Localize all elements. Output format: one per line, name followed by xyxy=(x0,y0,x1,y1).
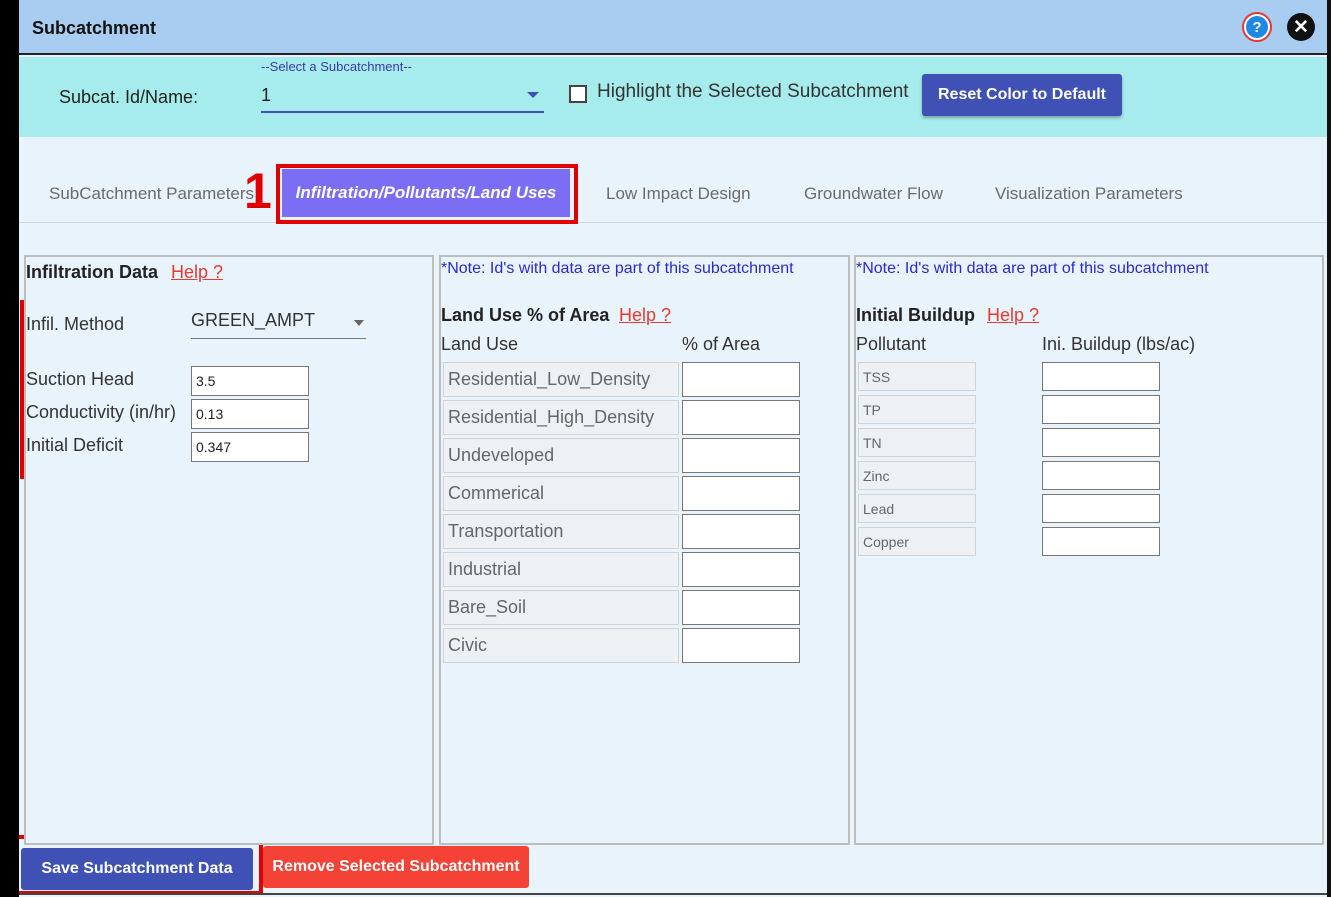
land-use-column-header: Land Use xyxy=(441,334,519,354)
buildup-column-header: Ini. Buildup (lbs/ac) xyxy=(1042,334,1196,354)
initial-deficit-label: Initial Deficit xyxy=(26,435,124,455)
buildup-help-link[interactable]: Help ? xyxy=(987,305,1039,326)
right-edge xyxy=(1327,0,1331,897)
land-use-name: Industrial xyxy=(443,552,679,587)
pollutant-buildup-input[interactable] xyxy=(1042,395,1160,424)
left-edge xyxy=(0,0,19,897)
land-use-name: Transportation xyxy=(443,514,679,549)
pollutant-name: Zinc xyxy=(858,461,976,490)
initial-buildup-panel: *Note: Id's with data are part of this s… xyxy=(854,255,1324,845)
tab-bar: SubCatchment Parameters Infiltration/Pol… xyxy=(19,137,1327,223)
subcatchment-selector-bar: Subcat. Id/Name: --Select a Subcatchment… xyxy=(19,57,1327,137)
pollutant-column-header: Pollutant xyxy=(856,334,927,354)
tab-subcatchment-parameters[interactable]: SubCatchment Parameters xyxy=(49,184,254,204)
bottom-divider xyxy=(19,893,1327,895)
question-icon: ? xyxy=(1246,16,1268,38)
pollutant-buildup-input[interactable] xyxy=(1042,527,1160,556)
land-use-percent-input[interactable] xyxy=(682,590,800,625)
dialog-title: Subcatchment xyxy=(32,18,157,38)
pollutant-name: TSS xyxy=(858,362,976,391)
tab-low-impact-design[interactable]: Low Impact Design xyxy=(606,184,751,204)
highlight-label[interactable]: Highlight the Selected Subcatchment xyxy=(597,81,909,103)
land-use-percent-input[interactable] xyxy=(682,438,800,473)
initial-deficit-input[interactable]: 0.347 xyxy=(191,432,309,462)
tab-visualization-parameters[interactable]: Visualization Parameters xyxy=(995,184,1183,204)
land-use-name: Bare_Soil xyxy=(443,590,679,625)
chevron-down-icon xyxy=(354,320,364,326)
pollutant-buildup-input[interactable] xyxy=(1042,461,1160,490)
infil-method-select[interactable]: GREEN_AMPT xyxy=(191,307,366,339)
land-use-name: Residential_High_Density xyxy=(443,400,679,435)
pollutant-name: TP xyxy=(858,395,976,424)
remove-subcatchment-button[interactable]: Remove Selected Subcatchment xyxy=(263,846,529,888)
land-use-percent-input[interactable] xyxy=(682,362,800,397)
land-use-percent-input[interactable] xyxy=(682,476,800,511)
highlight-checkbox[interactable] xyxy=(569,85,587,103)
land-use-panel: *Note: Id's with data are part of this s… xyxy=(439,255,850,845)
conductivity-input[interactable]: 0.13 xyxy=(191,399,309,429)
subcatchment-dialog: Subcatchment ? ✕ Subcat. Id/Name: --Sele… xyxy=(19,0,1327,897)
percent-area-column-header: % of Area xyxy=(682,334,761,354)
land-use-percent-input[interactable] xyxy=(682,628,800,663)
land-use-name: Residential_Low_Density xyxy=(443,362,679,397)
chevron-down-icon xyxy=(527,92,539,98)
save-subcatchment-button[interactable]: Save Subcatchment Data xyxy=(21,848,253,890)
tab-groundwater-flow[interactable]: Groundwater Flow xyxy=(804,184,943,204)
pollutant-buildup-input[interactable] xyxy=(1042,362,1160,391)
subcat-select-hint: --Select a Subcatchment-- xyxy=(261,59,413,74)
pollutant-buildup-input[interactable] xyxy=(1042,494,1160,523)
land-use-percent-input[interactable] xyxy=(682,552,800,587)
infil-method-label: Infil. Method xyxy=(26,314,125,334)
land-use-title: Land Use % of Area xyxy=(441,305,610,325)
infiltration-title: Infiltration Data xyxy=(26,262,159,282)
close-icon[interactable]: ✕ xyxy=(1287,13,1315,41)
land-use-help-link[interactable]: Help ? xyxy=(619,305,671,326)
land-use-percent-input[interactable] xyxy=(682,400,800,435)
pollutant-name: Lead xyxy=(858,494,976,523)
land-use-name: Civic xyxy=(443,628,679,663)
subcat-select[interactable]: 1 xyxy=(261,79,544,113)
annotation-number-1: 1 xyxy=(244,163,272,219)
land-use-name: Undeveloped xyxy=(443,438,679,473)
annotation-box-1 xyxy=(276,164,578,224)
pollutant-buildup-input[interactable] xyxy=(1042,428,1160,457)
conductivity-label: Conductivity (in/hr) xyxy=(26,402,177,422)
subcat-label: Subcat. Id/Name: xyxy=(59,87,199,107)
infiltration-panel: Infiltration Data Help ? Infil. Method G… xyxy=(24,255,434,845)
title-bar: Subcatchment ? ✕ xyxy=(19,0,1327,55)
buildup-note: *Note: Id's with data are part of this s… xyxy=(856,260,1209,277)
land-use-note: *Note: Id's with data are part of this s… xyxy=(441,260,794,277)
land-use-percent-input[interactable] xyxy=(682,514,800,549)
suction-head-label: Suction Head xyxy=(26,369,135,389)
pollutant-name: Copper xyxy=(858,527,976,556)
pollutant-name: TN xyxy=(858,428,976,457)
suction-head-input[interactable]: 3.5 xyxy=(191,366,309,396)
buildup-title: Initial Buildup xyxy=(856,305,975,325)
infiltration-help-link[interactable]: Help ? xyxy=(171,262,223,283)
infil-method-value: GREEN_AMPT xyxy=(191,310,316,330)
help-button[interactable]: ? xyxy=(1242,12,1272,42)
land-use-name: Commerical xyxy=(443,476,679,511)
reset-color-button[interactable]: Reset Color to Default xyxy=(922,74,1122,116)
subcat-select-value: 1 xyxy=(261,85,272,105)
